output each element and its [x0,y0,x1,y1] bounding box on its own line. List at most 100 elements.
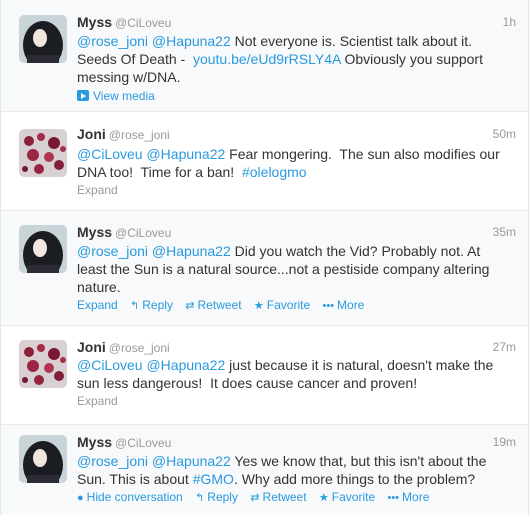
hashtag-link[interactable]: #olelogmo [242,164,307,180]
avatar-joni[interactable] [19,129,67,177]
tweet-actions: Expand ↰ Reply ⇄ Retweet ★ Favorite ••• More [77,297,373,314]
tweet[interactable]: Joni @rose_joni 27m @CiLoveu @Hapuna22 ju… [1,326,528,425]
mention-link[interactable]: @CiLoveu [77,146,143,162]
reply-icon: ↰ [195,492,205,504]
avatar-myss[interactable] [19,225,67,273]
retweet-icon: ⇄ [250,492,260,504]
text-segment: Fear mongering. The sun also modifies ou… [225,146,500,162]
star-icon: ★ [318,492,329,504]
tweet-header: Myss @CiLoveu 1h [77,13,516,31]
reply-button[interactable]: ↰ Reply [195,489,238,506]
mention-link[interactable]: @Hapuna22 [146,357,225,373]
text-segment: just because it is natural, doesn't make… [225,357,494,373]
tweet-text: @CiLoveu @Hapuna22 just because it is na… [77,356,513,392]
favorite-button[interactable]: ★ Favorite [254,297,310,314]
tweet-text-line: Seeds Of Death - youtu.be/eUd9rRSLY4A Ob… [77,50,513,68]
retweet-button[interactable]: ⇄ Retweet [185,297,241,314]
text-segment: Obviously you support [340,51,483,67]
star-icon: ★ [253,300,264,312]
mention-link[interactable]: @rose_joni [77,453,148,469]
tweet-text-line: @CiLoveu @Hapuna22 Fear mongering. The s… [77,145,513,163]
expand-link[interactable]: Expand [77,182,118,198]
tweet-text-line: least the Sun is a natural source...not … [77,260,513,278]
username[interactable]: @CiLoveu [115,436,171,450]
tweet-header: Myss @CiLoveu 35m [77,223,516,241]
tweet[interactable]: Joni @rose_joni 50m @CiLoveu @Hapuna22 Fe… [1,112,528,211]
tweet-header: Myss @CiLoveu 19m [77,433,516,451]
conversation-timeline: Myss @CiLoveu 1h @rose_joni @Hapuna22 Not… [0,0,529,515]
play-icon [77,90,89,101]
reply-icon: ↰ [130,300,140,312]
tweet-header: Joni @rose_joni 50m [77,125,516,143]
mention-link[interactable]: @Hapuna22 [152,243,231,259]
tweet-text-line: @rose_joni @Hapuna22 Did you watch the V… [77,242,513,260]
mention-link[interactable]: @rose_joni [77,33,148,49]
reply-button[interactable]: ↰ Reply [130,297,173,314]
username[interactable]: @CiLoveu [115,16,171,30]
more-button[interactable]: ••• More [387,489,429,506]
mention-link[interactable]: @Hapuna22 [146,146,225,162]
tweet-header: Joni @rose_joni 27m [77,338,516,356]
hashtag-link[interactable]: #GMO [193,471,234,487]
text-segment: DNA too! Time for a ban! [77,164,242,180]
tweet[interactable]: Myss @CiLoveu 19m @rose_joni @Hapuna22 Ye… [1,425,528,515]
more-dots-icon: ••• [387,492,400,504]
tweet-text-line: sun less dangerous! It does cause cancer… [77,374,513,392]
timestamp[interactable]: 27m [493,338,516,356]
tweet-text-line: @rose_joni @Hapuna22 Not everyone is. Sc… [77,32,513,50]
tweet-text-line: Sun. This is about #GMO. Why add more th… [77,470,513,488]
tweet[interactable]: Myss @CiLoveu 35m @rose_joni @Hapuna22 Di… [1,211,528,326]
tweet[interactable]: Myss @CiLoveu 1h @rose_joni @Hapuna22 Not… [1,0,528,112]
mention-link[interactable]: @Hapuna22 [152,453,231,469]
tweet-text-line: nature. [77,278,513,296]
tweet-text: @CiLoveu @Hapuna22 Fear mongering. The s… [77,145,513,181]
timestamp[interactable]: 35m [493,223,516,241]
mention-link[interactable]: @CiLoveu [77,357,143,373]
tweet-text: @rose_joni @Hapuna22 Yes we know that, b… [77,452,513,488]
text-segment: nature. [77,279,121,295]
tweet-actions: View media [77,88,164,104]
text-segment: least the Sun is a natural source...not … [77,261,490,277]
tweet-text-line: @rose_joni @Hapuna22 Yes we know that, b… [77,452,513,470]
mention-link[interactable]: @rose_joni [77,243,148,259]
tweet-text-line: DNA too! Time for a ban! #olelogmo [77,163,513,181]
tweet-text-line: messing w/DNA. [77,68,513,86]
tweet-actions: Expand [77,182,127,198]
tweet-actions: Expand [77,393,127,409]
fullname[interactable]: Joni [77,339,106,355]
username[interactable]: @rose_joni [109,341,170,355]
hide-conversation-link[interactable]: ● Hide conversation [77,489,183,506]
mention-link[interactable]: @Hapuna22 [152,33,231,49]
retweet-button[interactable]: ⇄ Retweet [250,489,306,506]
text-segment: sun less dangerous! It does cause cancer… [77,375,418,391]
view-media-link[interactable]: View media [77,88,155,104]
text-segment: Yes we know that, but this isn't about t… [230,453,487,469]
text-segment: Did you watch the Vid? Probably not. At [230,243,481,259]
timestamp[interactable]: 1h [503,13,516,31]
timestamp[interactable]: 50m [493,125,516,143]
tweet-text: @rose_joni @Hapuna22 Not everyone is. Sc… [77,32,513,86]
favorite-button[interactable]: ★ Favorite [319,489,375,506]
timestamp[interactable]: 19m [493,433,516,451]
avatar-joni[interactable] [19,340,67,388]
text-segment: . Why add more things to the problem? [233,471,476,487]
avatar-myss[interactable] [19,435,67,483]
username[interactable]: @rose_joni [109,128,170,142]
text-segment: Seeds Of Death - [77,51,193,67]
text-segment: Sun. This is about [77,471,193,487]
avatar-myss[interactable] [19,15,67,63]
url-link[interactable]: youtu.be/eUd9rRSLY4A [193,51,341,67]
fullname[interactable]: Joni [77,126,106,142]
expand-link[interactable]: Expand [77,297,118,313]
text-segment: messing w/DNA. [77,69,181,85]
fullname[interactable]: Myss [77,14,112,30]
tweet-actions: ● Hide conversation ↰ Reply ⇄ Retweet ★ Favo… [77,489,438,506]
fullname[interactable]: Myss [77,434,112,450]
fullname[interactable]: Myss [77,224,112,240]
expand-link[interactable]: Expand [77,393,118,409]
more-button[interactable]: ••• More [322,297,364,314]
tweet-text-line: @CiLoveu @Hapuna22 just because it is na… [77,356,513,374]
speech-bubble-icon: ● [77,492,84,504]
username[interactable]: @CiLoveu [115,226,171,240]
retweet-icon: ⇄ [185,300,195,312]
